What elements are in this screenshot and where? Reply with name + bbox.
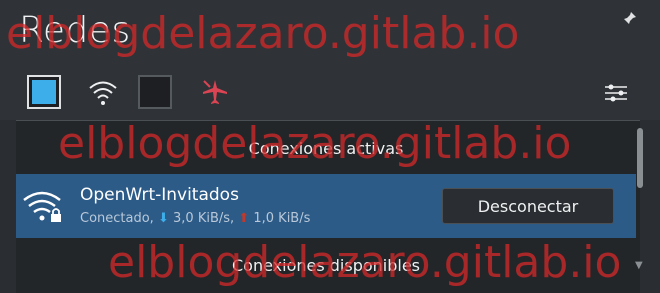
mobile-toggle-button[interactable] <box>138 75 172 109</box>
download-arrow-icon: ⬇ <box>157 211 169 226</box>
ethernet-toggle-button[interactable] <box>27 75 61 109</box>
active-connections-header: Conexiones activas <box>248 139 404 158</box>
wifi-icon <box>89 81 117 105</box>
pin-icon[interactable] <box>622 10 638 26</box>
connection-name: OpenWrt-Invitados <box>80 185 239 205</box>
connection-state: Conectado, <box>80 211 154 226</box>
airplane-mode-button[interactable] <box>198 75 232 109</box>
upload-speed: 1,0 KiB/s <box>253 211 311 226</box>
wifi-toggle-button[interactable] <box>86 75 120 109</box>
available-connections-header: Conexiones disponibles <box>231 256 421 275</box>
connections-panel: Conexiones activas OpenWrt-Invitados Con… <box>16 120 640 293</box>
network-settings-icon <box>605 84 627 102</box>
scrollbar[interactable]: ▼ <box>635 128 645 278</box>
scrollbar-thumb[interactable] <box>637 128 643 188</box>
disconnect-button[interactable]: Desconectar <box>442 188 614 224</box>
download-speed: 3,0 KiB/s, <box>173 211 235 226</box>
upload-arrow-icon: ⬆ <box>238 211 250 226</box>
scroll-down-icon[interactable]: ▼ <box>635 260 643 271</box>
window-title: Redes <box>19 10 131 51</box>
connection-status: Conectado, ⬇ 3,0 KiB/s, ⬆ 1,0 KiB/s <box>80 211 310 226</box>
network-settings-button[interactable] <box>599 75 633 109</box>
wifi-locked-icon <box>22 188 66 224</box>
ethernet-toggle-icon <box>32 80 56 104</box>
active-connection-row[interactable]: OpenWrt-Invitados Conectado, ⬇ 3,0 KiB/s… <box>16 174 636 238</box>
airplane-mode-icon <box>203 80 227 104</box>
